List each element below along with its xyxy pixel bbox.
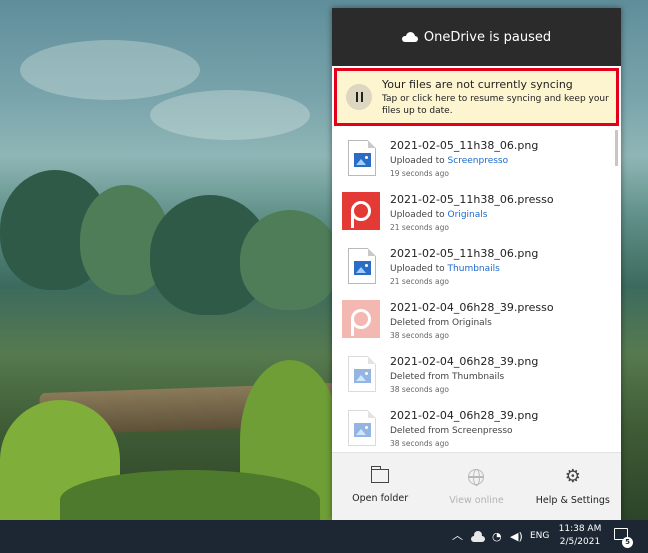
chevron-up-icon[interactable]: ︿ bbox=[452, 527, 463, 543]
activity-list[interactable]: 2021-02-05_11h38_06.png Uploaded to Scre… bbox=[332, 128, 621, 452]
onedrive-flyout: OneDrive is paused Your files are not cu… bbox=[332, 8, 621, 520]
volume-icon[interactable]: ◀) bbox=[510, 530, 524, 543]
folder-link[interactable]: Thumbnails bbox=[448, 264, 500, 274]
list-item[interactable]: 2021-02-04_06h28_39.png Deleted from Scr… bbox=[332, 398, 621, 452]
presso-file-icon bbox=[342, 300, 380, 338]
file-status: Uploaded to Screenpresso bbox=[390, 156, 508, 166]
clock[interactable]: 11:38 AM 2/5/2021 bbox=[558, 523, 602, 549]
file-time: 21 seconds ago bbox=[390, 277, 449, 286]
list-item[interactable]: 2021-02-04_06h28_39.presso Deleted from … bbox=[332, 290, 621, 344]
image-file-icon bbox=[348, 140, 376, 176]
banner-subtitle: Tap or click here to resume syncing and … bbox=[382, 93, 609, 116]
folder-icon bbox=[370, 466, 390, 483]
file-time: 19 seconds ago bbox=[390, 169, 449, 178]
gear-icon: ⚙ bbox=[564, 466, 581, 487]
file-name: 2021-02-05_11h38_06.presso bbox=[390, 193, 554, 206]
taskbar bbox=[0, 520, 648, 553]
help-settings-label: Help & Settings bbox=[535, 495, 610, 506]
file-time: 38 seconds ago bbox=[390, 439, 449, 448]
network-icon[interactable]: ◔ bbox=[492, 530, 506, 543]
onedrive-cloud-icon bbox=[401, 32, 418, 42]
view-online-button[interactable]: View online bbox=[428, 453, 524, 520]
help-settings-button[interactable]: ⚙ Help & Settings bbox=[525, 453, 621, 520]
globe-icon bbox=[468, 469, 485, 486]
onedrive-header: OneDrive is paused bbox=[332, 8, 621, 66]
image-file-icon bbox=[348, 410, 376, 446]
image-file-icon bbox=[348, 356, 376, 392]
image-file-icon bbox=[348, 248, 376, 284]
file-name: 2021-02-05_11h38_06.png bbox=[390, 247, 539, 260]
list-scrollbar[interactable] bbox=[615, 130, 618, 166]
presso-file-icon bbox=[342, 192, 380, 230]
file-name: 2021-02-05_11h38_06.png bbox=[390, 139, 539, 152]
file-name: 2021-02-04_06h28_39.png bbox=[390, 409, 539, 422]
language-indicator[interactable]: ENG bbox=[530, 531, 549, 541]
pause-icon[interactable] bbox=[346, 84, 372, 110]
file-status: Deleted from Thumbnails bbox=[390, 372, 505, 382]
list-item[interactable]: 2021-02-04_06h28_39.png Deleted from Thu… bbox=[332, 344, 621, 398]
folder-link[interactable]: Screenpresso bbox=[448, 156, 509, 166]
file-name: 2021-02-04_06h28_39.presso bbox=[390, 301, 554, 314]
open-folder-label: Open folder bbox=[352, 493, 409, 504]
file-time: 38 seconds ago bbox=[390, 385, 449, 394]
banner-title: Your files are not currently syncing bbox=[382, 77, 573, 91]
folder-link[interactable]: Originals bbox=[448, 210, 488, 220]
file-time: 21 seconds ago bbox=[390, 223, 449, 232]
status-text: Uploaded to bbox=[390, 156, 448, 166]
clock-time: 11:38 AM bbox=[558, 524, 602, 534]
file-status: Deleted from Originals bbox=[390, 318, 492, 328]
status-text: Uploaded to bbox=[390, 210, 448, 220]
file-time: 38 seconds ago bbox=[390, 331, 449, 340]
file-status: Deleted from Screenpresso bbox=[390, 426, 513, 436]
onedrive-title: OneDrive is paused bbox=[423, 29, 552, 45]
notification-badge: 5 bbox=[622, 537, 633, 548]
clock-date: 2/5/2021 bbox=[559, 537, 601, 547]
resume-sync-banner[interactable]: Your files are not currently syncing Tap… bbox=[334, 68, 619, 126]
open-folder-button[interactable]: Open folder bbox=[332, 453, 428, 520]
file-status: Uploaded to Originals bbox=[390, 210, 487, 220]
list-item[interactable]: 2021-02-05_11h38_06.png Uploaded to Thum… bbox=[332, 236, 621, 290]
onedrive-tray-icon[interactable] bbox=[471, 530, 485, 542]
onedrive-footer: Open folder View online ⚙ Help & Setting… bbox=[332, 452, 621, 520]
view-online-label: View online bbox=[449, 495, 504, 506]
file-status: Uploaded to Thumbnails bbox=[390, 264, 500, 274]
list-item[interactable]: 2021-02-05_11h38_06.presso Uploaded to O… bbox=[332, 182, 621, 236]
list-item[interactable]: 2021-02-05_11h38_06.png Uploaded to Scre… bbox=[332, 128, 621, 182]
status-text: Uploaded to bbox=[390, 264, 448, 274]
file-name: 2021-02-04_06h28_39.png bbox=[390, 355, 539, 368]
